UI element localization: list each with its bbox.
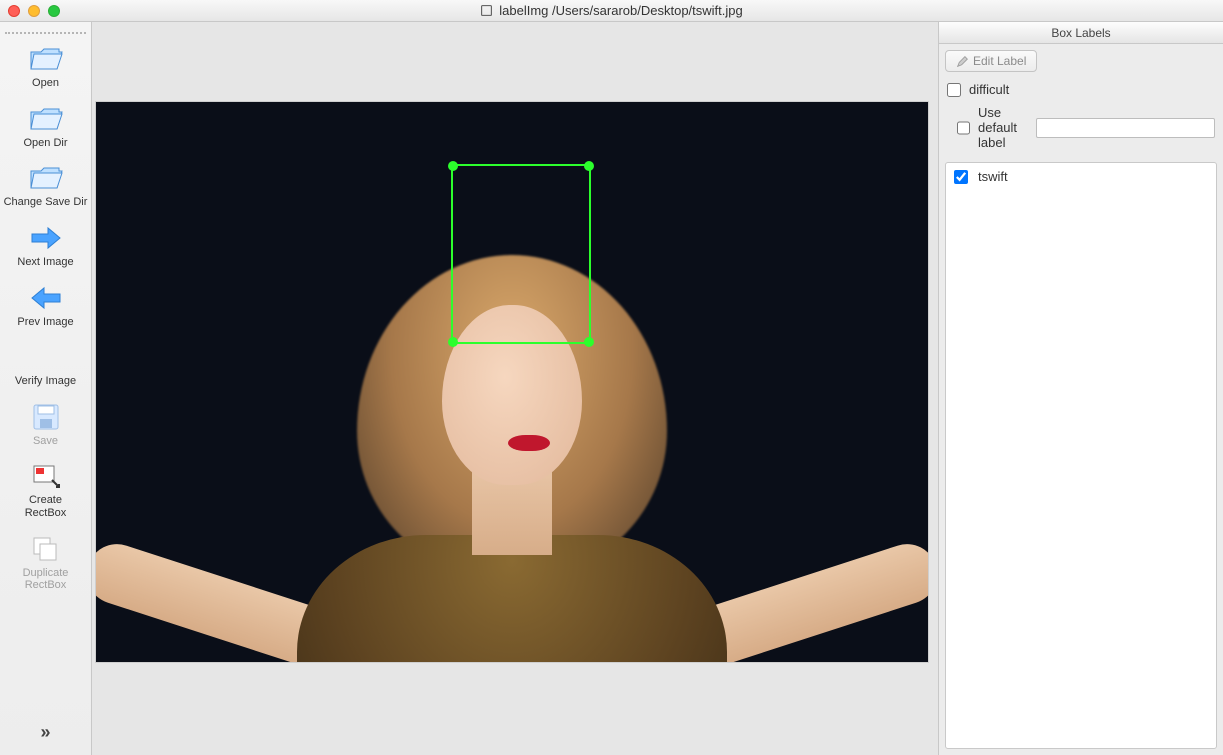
use-default-label-checkbox[interactable] xyxy=(957,121,970,135)
toolbar-expand-icon[interactable]: » xyxy=(40,722,50,743)
app-icon xyxy=(480,4,493,17)
box-labels-panel: Box Labels Edit Label difficult Use defa… xyxy=(938,22,1223,755)
verify-image-label: Verify Image xyxy=(15,375,76,388)
save-label: Save xyxy=(33,435,58,448)
change-save-dir-button[interactable]: Change Save Dir xyxy=(0,157,91,217)
difficult-row: difficult xyxy=(939,78,1223,101)
duplicate-rectbox-label: Duplicate RectBox xyxy=(23,567,69,592)
window-title: labelImg /Users/sararob/Desktop/tswift.j… xyxy=(480,3,742,18)
arrow-left-icon xyxy=(29,283,63,313)
canvas-area[interactable] xyxy=(92,22,938,755)
folder-open-icon xyxy=(29,104,63,134)
arrow-right-icon xyxy=(29,223,63,253)
create-rectbox-button[interactable]: Create RectBox xyxy=(0,455,91,527)
open-button[interactable]: Open xyxy=(0,38,91,98)
default-label-input[interactable] xyxy=(1036,118,1215,138)
label-item-name: tswift xyxy=(978,169,1008,184)
window-title-text: labelImg /Users/sararob/Desktop/tswift.j… xyxy=(499,3,742,18)
edit-label-text: Edit Label xyxy=(973,54,1026,68)
prev-image-button[interactable]: Prev Image xyxy=(0,277,91,337)
open-dir-label: Open Dir xyxy=(23,137,67,150)
panel-header-title: Box Labels xyxy=(1051,26,1110,40)
verify-image-button[interactable]: Verify Image xyxy=(0,336,91,396)
blank-icon xyxy=(29,342,63,372)
bbox-handle-top-right[interactable] xyxy=(584,161,594,171)
rect-create-icon xyxy=(29,461,63,491)
edit-label-button[interactable]: Edit Label xyxy=(945,50,1037,72)
duplicate-rectbox-button[interactable]: Duplicate RectBox xyxy=(0,528,91,600)
bbox-handle-top-left[interactable] xyxy=(448,161,458,171)
pencil-icon xyxy=(956,55,969,68)
label-list-item[interactable]: tswift xyxy=(946,163,1216,190)
folder-open-icon xyxy=(29,163,63,193)
floppy-save-icon xyxy=(29,402,63,432)
next-image-button[interactable]: Next Image xyxy=(0,217,91,277)
window-controls xyxy=(8,5,60,17)
left-toolbar: Open Open Dir Change Save Dir Next Image xyxy=(0,22,92,755)
label-item-checkbox[interactable] xyxy=(954,170,968,184)
zoom-window-button[interactable] xyxy=(48,5,60,17)
workspace: Open Open Dir Change Save Dir Next Image xyxy=(0,22,1223,755)
create-rectbox-label: Create RectBox xyxy=(25,494,67,519)
save-button[interactable]: Save xyxy=(0,396,91,456)
next-image-label: Next Image xyxy=(17,256,73,269)
minimize-window-button[interactable] xyxy=(28,5,40,17)
change-save-dir-label: Change Save Dir xyxy=(4,196,88,209)
label-list[interactable]: tswift xyxy=(945,162,1217,749)
open-label: Open xyxy=(32,77,59,90)
use-default-label-row: Use default label xyxy=(939,101,1223,154)
difficult-label[interactable]: difficult xyxy=(969,82,1009,97)
loaded-image[interactable] xyxy=(96,102,928,662)
toolbar-separator xyxy=(5,32,87,34)
use-default-label-text[interactable]: Use default label xyxy=(978,105,1028,150)
open-dir-button[interactable]: Open Dir xyxy=(0,98,91,158)
difficult-checkbox[interactable] xyxy=(947,83,961,97)
prev-image-label: Prev Image xyxy=(17,316,73,329)
folder-open-icon xyxy=(29,44,63,74)
titlebar: labelImg /Users/sararob/Desktop/tswift.j… xyxy=(0,0,1223,22)
close-window-button[interactable] xyxy=(8,5,20,17)
panel-header: Box Labels xyxy=(939,22,1223,44)
duplicate-icon xyxy=(29,534,63,564)
